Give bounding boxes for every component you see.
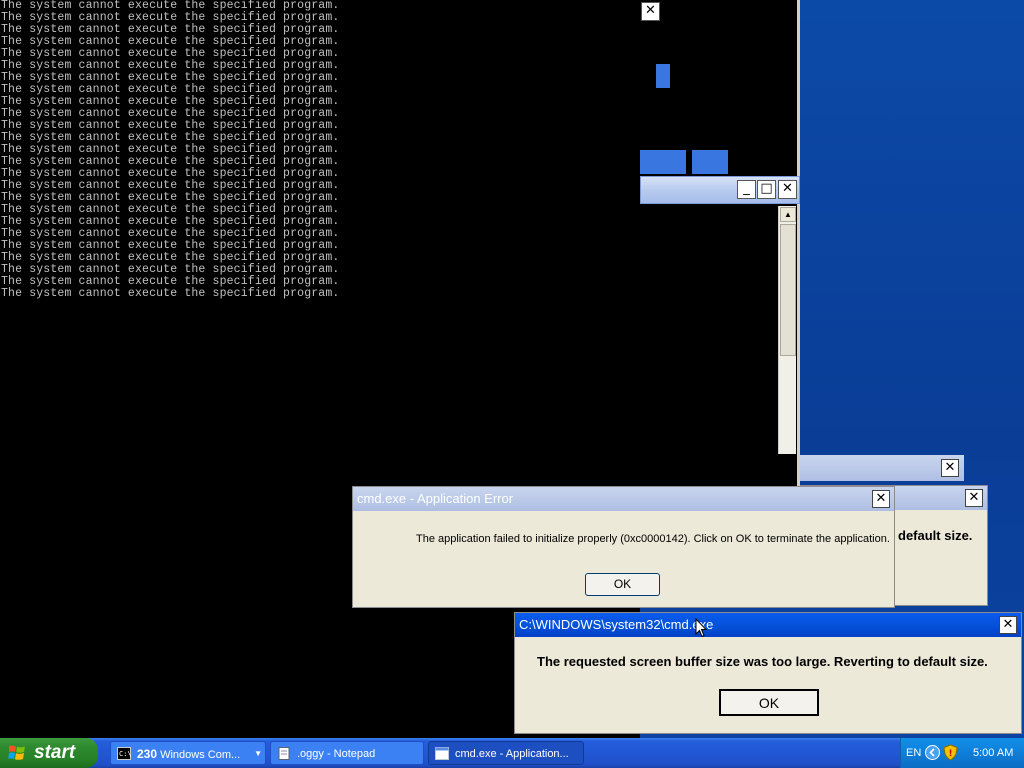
task-label: cmd.exe - Application... xyxy=(455,748,569,760)
chevron-down-icon: ▼ xyxy=(254,749,262,758)
ok-button[interactable]: OK xyxy=(719,689,819,716)
console-line: The system cannot execute the specified … xyxy=(1,287,340,300)
cmd-icon: C:\ xyxy=(117,747,131,760)
maximize-icon[interactable]: □ xyxy=(757,180,776,199)
windows-logo-icon xyxy=(8,745,25,760)
cascaded-window-title-bar[interactable] xyxy=(640,176,800,204)
notepad-icon xyxy=(278,747,290,760)
scroll-thumb[interactable] xyxy=(780,224,796,356)
dialog-title-bar xyxy=(800,455,964,481)
system-tray: EN ! 5:00 AM xyxy=(900,738,1024,768)
task-label: .oggy - Notepad xyxy=(297,748,376,760)
start-label: start xyxy=(34,742,76,763)
dialog-message: default size. xyxy=(898,528,973,543)
taskbar: start C:\ 230 Windows Com... ▼ .oggy - N… xyxy=(0,738,1024,768)
ok-button[interactable]: OK xyxy=(585,573,660,596)
close-icon[interactable]: ✕ xyxy=(778,180,797,199)
task-label: Windows Com... xyxy=(160,749,241,761)
language-indicator[interactable]: EN xyxy=(906,738,921,768)
start-button[interactable]: start xyxy=(0,738,98,768)
window-icon xyxy=(435,747,449,760)
taskbar-item-notepad[interactable]: .oggy - Notepad xyxy=(270,741,424,765)
close-icon[interactable]: ✕ xyxy=(999,616,1017,634)
svg-text:!: ! xyxy=(949,749,953,759)
security-shield-icon[interactable]: ! xyxy=(943,744,958,761)
vertical-scrollbar[interactable]: ▲ xyxy=(778,206,796,454)
task-count: 230 xyxy=(137,747,158,761)
application-error-dialog: cmd.exe - Application Error ✕ The applic… xyxy=(352,486,895,608)
taskbar-item-cmd-application-error[interactable]: cmd.exe - Application... xyxy=(428,741,584,765)
buffer-error-dialog-back: ✕ xyxy=(800,455,964,483)
console-output: The system cannot execute the specified … xyxy=(1,0,339,300)
dialog-message: The requested screen buffer size was too… xyxy=(537,654,988,669)
close-icon[interactable]: ✕ xyxy=(872,490,890,508)
close-icon[interactable]: ✕ xyxy=(941,459,959,477)
title-bar-highlight xyxy=(640,150,686,174)
mouse-cursor-icon xyxy=(695,618,707,638)
scroll-up-icon[interactable]: ▲ xyxy=(780,207,796,222)
close-icon[interactable]: ✕ xyxy=(965,489,983,507)
taskbar-item-windows-command[interactable]: C:\ 230 Windows Com... ▼ xyxy=(110,741,266,765)
dialog-message: The application failed to initialize pro… xyxy=(416,533,890,545)
chevron-left-icon[interactable] xyxy=(925,745,940,760)
minimize-icon[interactable]: _ xyxy=(737,180,756,199)
dialog-title: C:\WINDOWS\system32\cmd.exe xyxy=(515,613,1021,637)
close-icon[interactable]: ✕ xyxy=(641,2,660,21)
clock: 5:00 AM xyxy=(973,747,1014,759)
svg-text:C:\: C:\ xyxy=(119,750,131,758)
dialog-title: cmd.exe - Application Error xyxy=(353,487,894,511)
title-bar-highlight xyxy=(656,64,670,88)
title-bar-highlight xyxy=(692,150,728,174)
buffer-error-dialog: C:\WINDOWS\system32\cmd.exe ✕ The reques… xyxy=(514,612,1022,734)
